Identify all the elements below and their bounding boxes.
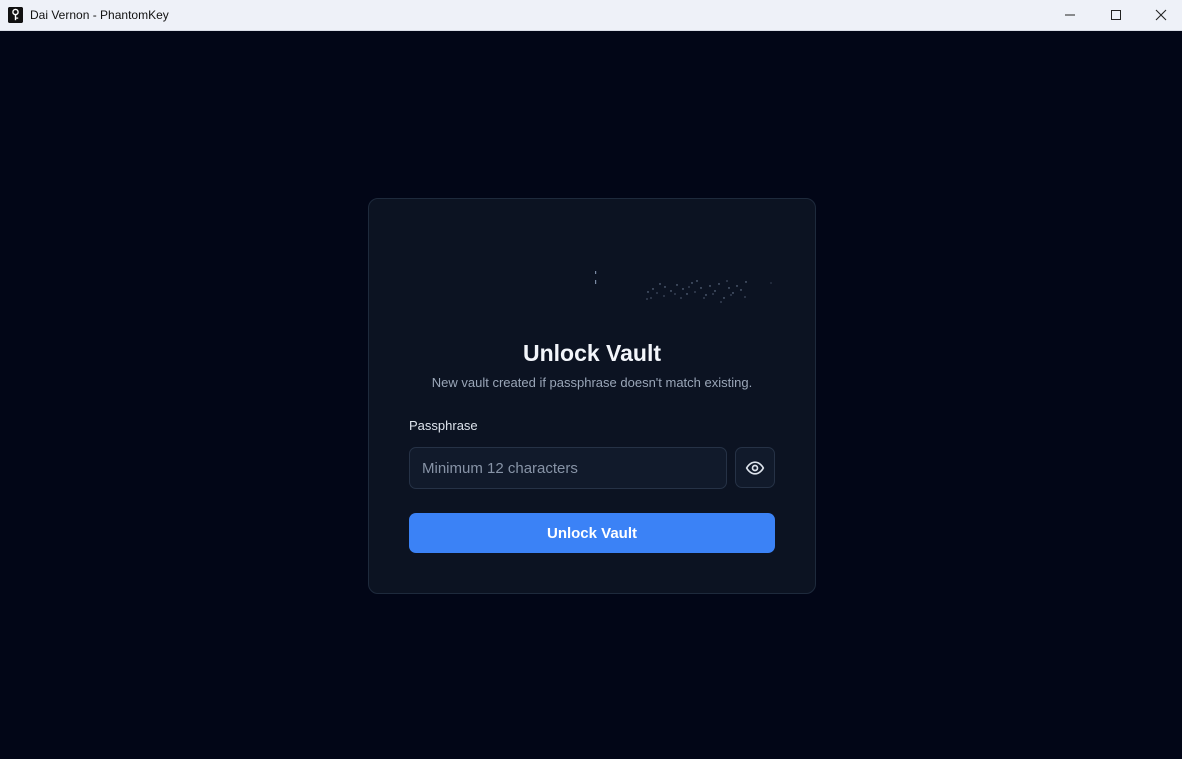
minimize-button[interactable] <box>1047 0 1093 30</box>
close-button[interactable] <box>1138 0 1182 30</box>
app-window: Dai Vernon - PhantomKey Unlock Vault New… <box>0 0 1182 759</box>
eye-icon <box>745 460 765 475</box>
maximize-button[interactable] <box>1093 0 1139 30</box>
title-bar[interactable]: Dai Vernon - PhantomKey <box>0 0 1182 31</box>
close-icon <box>1155 9 1167 21</box>
unlock-vault-button[interactable]: Unlock Vault <box>409 513 775 553</box>
particle-animation <box>595 271 772 303</box>
maximize-icon <box>1111 10 1121 20</box>
toggle-visibility-button[interactable] <box>735 447 775 488</box>
window-title: Dai Vernon - PhantomKey <box>30 8 169 22</box>
passphrase-label: Passphrase <box>409 418 478 433</box>
minimize-icon <box>1065 14 1075 16</box>
main-content: Unlock Vault New vault created if passph… <box>0 31 1182 759</box>
unlock-card: Unlock Vault New vault created if passph… <box>368 198 816 594</box>
card-subtitle: New vault created if passphrase doesn't … <box>431 375 753 390</box>
app-icon <box>8 7 23 23</box>
card-title: Unlock Vault <box>522 340 662 366</box>
passphrase-input[interactable] <box>409 447 727 489</box>
